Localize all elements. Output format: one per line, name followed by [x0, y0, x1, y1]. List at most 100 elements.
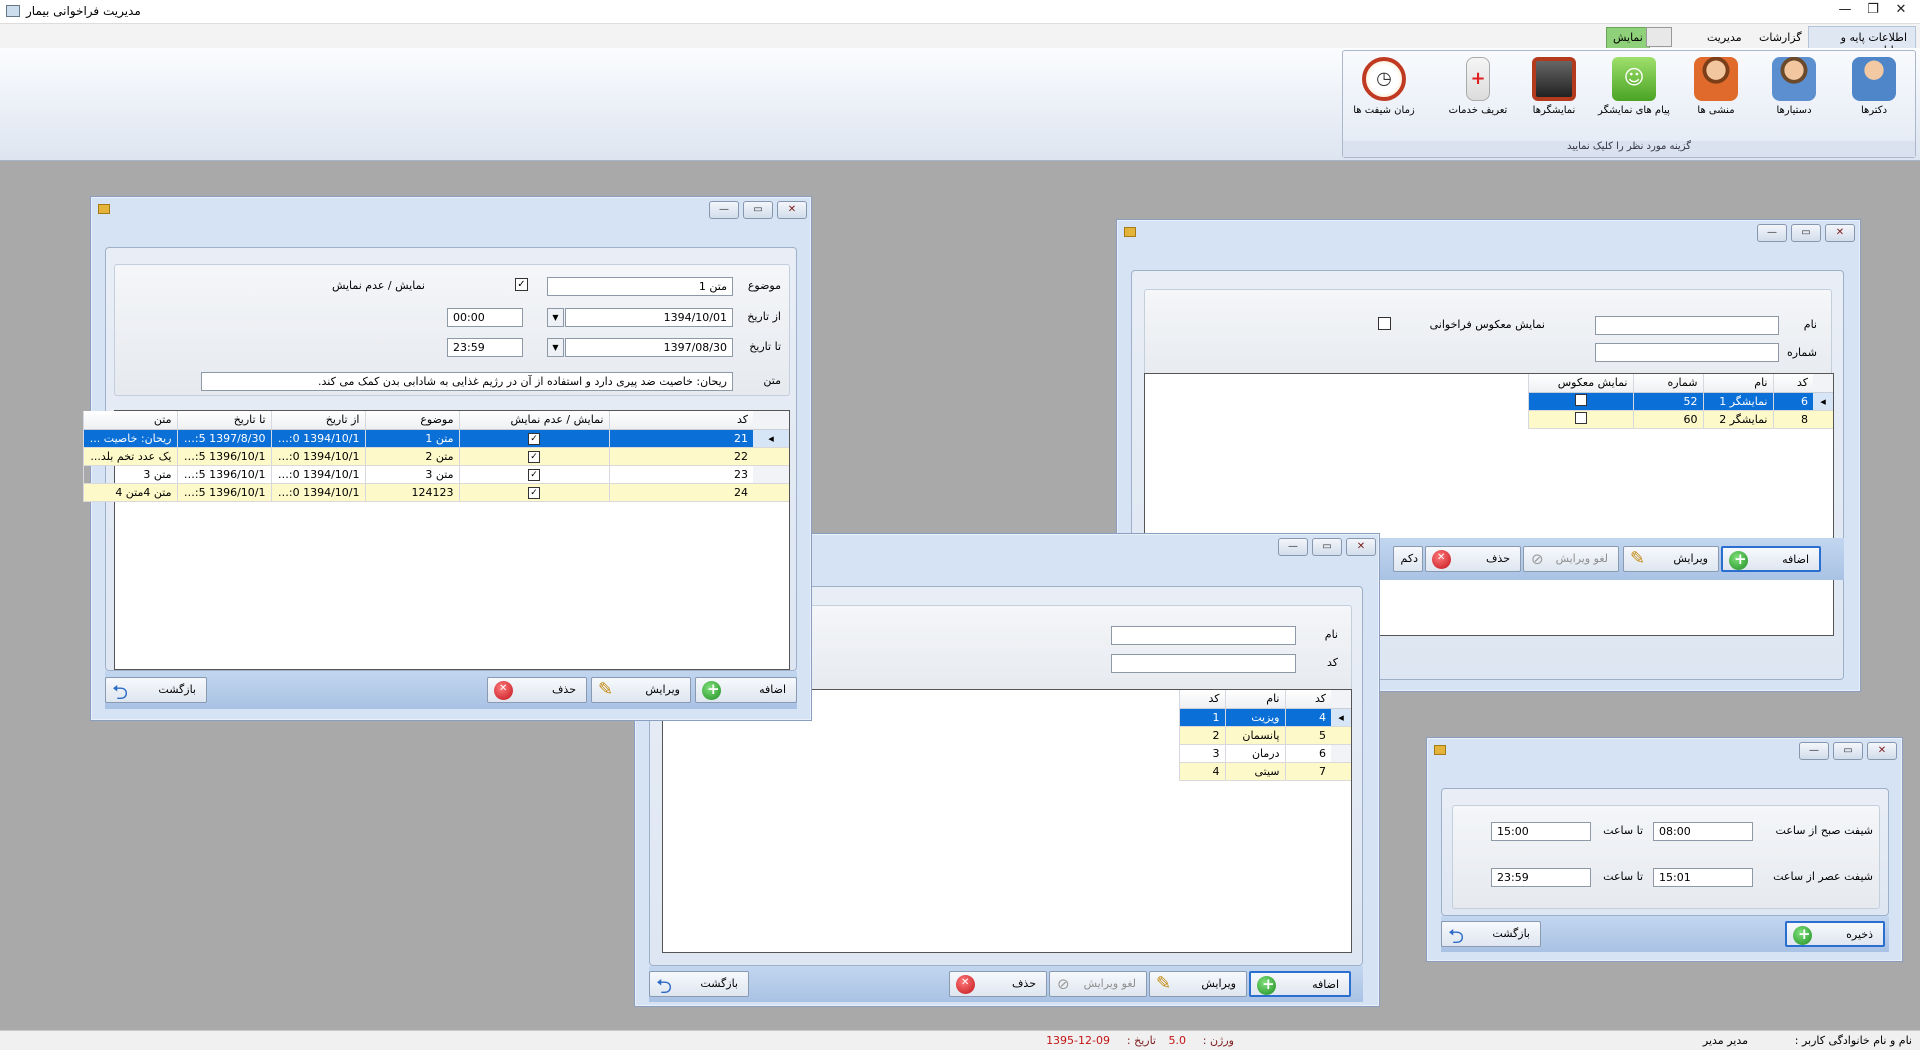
column-header[interactable]: نام: [1224, 690, 1285, 709]
delete-button[interactable]: حذف: [949, 971, 1047, 997]
minimize-button[interactable]: —: [1799, 742, 1829, 760]
tab-management[interactable]: مدیریت: [1698, 26, 1751, 48]
table-row[interactable]: 23 ✓ متن 3 1394/10/1 12:0... 1396/10/1 1…: [82, 465, 789, 484]
maximize-button[interactable]: ▭: [1833, 742, 1863, 760]
add-button[interactable]: اضافه: [1721, 546, 1821, 572]
column-header[interactable]: نام: [1702, 374, 1773, 393]
evening-shift-label: شیفت عصر از ساعت: [1773, 870, 1873, 883]
from-date-label: از تاریخ: [747, 310, 781, 323]
ribbon: دکترها دستیارها منشی ها ☺ پیام های نمایش…: [0, 48, 1920, 161]
minimize-button[interactable]: —: [1278, 538, 1308, 556]
clock-icon: ◷: [1362, 57, 1406, 101]
pencil-icon: [598, 679, 617, 700]
shift-times-button[interactable]: ◷ زمان شیفت ها: [1345, 55, 1423, 131]
close-button[interactable]: ✕: [1825, 224, 1855, 242]
number-input[interactable]: [1595, 343, 1779, 362]
show-checkbox[interactable]: ✓: [528, 487, 540, 499]
add-icon: [1729, 550, 1748, 570]
tab-reports[interactable]: گزارشات: [1750, 26, 1811, 48]
table-row[interactable]: ◂ 21 ✓ متن 1 1394/10/1 12:0... 1397/8/30…: [82, 429, 789, 448]
minimize-button[interactable]: —: [709, 201, 739, 219]
column-header[interactable]: نمایش / عدم نمایش: [458, 411, 609, 430]
minimize-icon[interactable]: —: [1832, 2, 1858, 20]
column-header[interactable]: کد: [1284, 690, 1331, 709]
delete-button[interactable]: حذف: [1425, 546, 1521, 572]
edit-button[interactable]: ویرایش: [591, 677, 691, 703]
from-date-input[interactable]: 1394/10/01: [565, 308, 733, 327]
table-row[interactable]: 8 نمایشگر 2 60: [1527, 410, 1833, 429]
evening-from-input[interactable]: 15:01: [1653, 868, 1753, 887]
from-time-input[interactable]: 00:00: [447, 308, 523, 327]
column-header[interactable]: تا تاریخ: [176, 411, 271, 430]
table-row[interactable]: 22 ✓ متن 2 1394/10/1 12:0... 1396/10/1 1…: [82, 447, 789, 466]
cancel-edit-button[interactable]: لغو ویرایش: [1523, 546, 1619, 572]
close-button[interactable]: ✕: [777, 201, 807, 219]
maximize-button[interactable]: ▭: [1791, 224, 1821, 242]
maximize-button[interactable]: ▭: [743, 201, 773, 219]
column-header[interactable]: شماره: [1632, 374, 1703, 393]
code-input[interactable]: [1111, 654, 1296, 673]
column-header[interactable]: متن: [82, 411, 177, 430]
from-date-dropdown-icon[interactable]: ▼: [547, 308, 564, 327]
text-input[interactable]: ریحان: خاصیت ضد پیری دارد و استفاده از آ…: [201, 372, 733, 391]
show-checkbox[interactable]: ✓: [515, 278, 528, 291]
morning-to-input[interactable]: 15:00: [1491, 822, 1591, 841]
add-button[interactable]: اضافه: [1249, 971, 1351, 997]
show-checkbox[interactable]: ✓: [528, 451, 540, 463]
display-messages-button[interactable]: ☺ پیام های نمایشگر: [1595, 55, 1673, 131]
tab-display[interactable]: نمایش: [1606, 27, 1650, 49]
morning-from-input[interactable]: 08:00: [1653, 822, 1753, 841]
table-row[interactable]: ◂ 6 نمایشگر 1 52: [1527, 392, 1833, 411]
name-input[interactable]: [1595, 316, 1779, 335]
table-row[interactable]: 6 درمان 3: [1178, 744, 1351, 763]
reverse-call-checkbox[interactable]: [1378, 317, 1391, 330]
secretary-icon: [1694, 57, 1738, 101]
display-toggle[interactable]: [1646, 27, 1672, 47]
to-time-input[interactable]: 23:59: [447, 338, 523, 357]
table-row[interactable]: ◂ 4 ویزیت 1: [1178, 708, 1351, 727]
edit-button[interactable]: ویرایش: [1623, 546, 1719, 572]
close-icon[interactable]: ✕: [1888, 2, 1914, 20]
shift-form: شیفت صبح از ساعت 08:00 تا ساعت 15:00 شیف…: [1452, 805, 1880, 909]
back-button[interactable]: دکم: [1393, 546, 1423, 572]
column-header[interactable]: نمایش معکوس: [1527, 374, 1633, 393]
column-header[interactable]: موضوع: [364, 411, 459, 430]
evening-to-input[interactable]: 23:59: [1491, 868, 1591, 887]
assistants-button[interactable]: دستیارها: [1755, 55, 1833, 131]
back-button[interactable]: بازگشت: [105, 677, 207, 712]
column-header[interactable]: کد: [1178, 690, 1225, 709]
show-checkbox[interactable]: ✓: [528, 469, 540, 481]
to-date-input[interactable]: 1397/08/30: [565, 338, 733, 357]
delete-button[interactable]: حذف: [487, 677, 587, 703]
displays-button[interactable]: نمایشگرها: [1515, 55, 1593, 131]
column-header[interactable]: از تاریخ: [270, 411, 365, 430]
subject-input[interactable]: متن 1: [547, 277, 733, 296]
table-row[interactable]: 5 پانسمان 2: [1178, 726, 1351, 745]
close-button[interactable]: ✕: [1867, 742, 1897, 760]
tab-basic-info[interactable]: اطلاعات پایه و عملیات: [1808, 26, 1916, 57]
column-header[interactable]: کد: [1772, 374, 1813, 393]
services-button[interactable]: + تعریف خدمات: [1439, 55, 1517, 131]
back-button[interactable]: بازگشت: [649, 971, 749, 1006]
restore-icon[interactable]: ❐: [1860, 2, 1886, 20]
doctors-button[interactable]: دکترها: [1835, 55, 1913, 131]
name-input[interactable]: [1111, 626, 1296, 645]
reverse-checkbox[interactable]: [1574, 393, 1587, 406]
close-button[interactable]: ✕: [1346, 538, 1376, 556]
maximize-button[interactable]: ▭: [1312, 538, 1342, 556]
add-button[interactable]: اضافه: [695, 677, 797, 703]
cancel-icon: [1530, 550, 1549, 569]
column-header[interactable]: کد: [608, 411, 753, 430]
minimize-button[interactable]: —: [1757, 224, 1787, 242]
back-button[interactable]: بازگشت: [1441, 921, 1541, 956]
edit-button[interactable]: ویرایش: [1149, 971, 1247, 997]
secretaries-button[interactable]: منشی ها: [1677, 55, 1755, 131]
save-button[interactable]: ذخیره: [1785, 921, 1885, 947]
text-label: متن: [763, 374, 781, 387]
reverse-checkbox[interactable]: [1574, 411, 1587, 424]
table-row[interactable]: 24 ✓ 124123 1394/10/1 12:0... 1396/10/1 …: [82, 483, 789, 502]
to-date-dropdown-icon[interactable]: ▼: [547, 338, 564, 357]
cancel-edit-button[interactable]: لغو ویرایش: [1049, 971, 1147, 997]
table-row[interactable]: 7 سیتی 4: [1178, 762, 1351, 781]
show-checkbox[interactable]: ✓: [528, 433, 540, 445]
